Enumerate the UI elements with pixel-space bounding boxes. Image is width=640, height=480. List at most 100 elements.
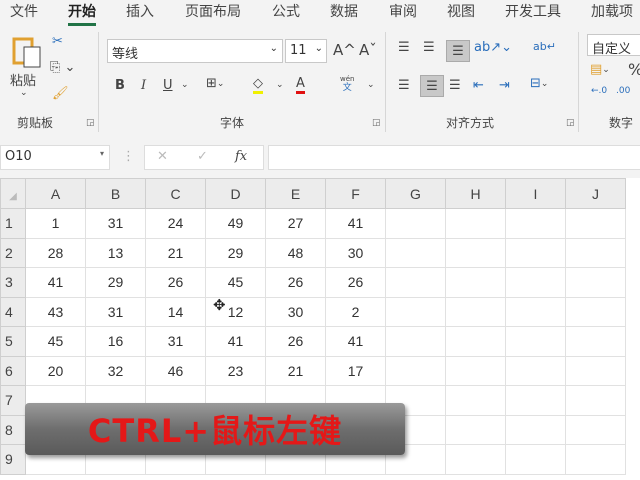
column-header[interactable]: H — [445, 178, 506, 209]
tab-page-layout[interactable]: 页面布局 — [185, 1, 241, 21]
row-header[interactable]: 2 — [0, 237, 26, 268]
cell[interactable]: 21 — [145, 237, 206, 268]
fill-color-dropdown-icon[interactable]: ⌄ — [276, 80, 284, 90]
row-header[interactable]: 3 — [0, 267, 26, 298]
cell[interactable]: 24 — [145, 208, 206, 239]
cell[interactable] — [505, 208, 566, 239]
phonetic-dropdown-icon[interactable]: ⌄ — [367, 80, 375, 90]
phonetic-button[interactable]: wén 文 — [340, 75, 354, 93]
cell[interactable]: 29 — [85, 267, 146, 298]
bold-button[interactable]: B — [115, 78, 125, 93]
cell[interactable] — [385, 237, 446, 268]
cell[interactable]: 23 — [205, 355, 266, 386]
cell[interactable]: 14 — [145, 296, 206, 327]
cell[interactable] — [505, 326, 566, 357]
cell[interactable]: 31 — [145, 326, 206, 357]
cell[interactable] — [505, 237, 566, 268]
clipboard-launcher-icon[interactable]: ◲ — [86, 118, 95, 128]
align-middle-icon[interactable]: ☰ — [423, 40, 435, 55]
tab-home[interactable]: 开始 — [68, 1, 96, 26]
cell[interactable]: 46 — [145, 355, 206, 386]
cell[interactable] — [445, 355, 506, 386]
cell[interactable] — [565, 355, 626, 386]
cell[interactable]: 1 — [25, 208, 86, 239]
cell[interactable] — [445, 385, 506, 416]
alignment-launcher-icon[interactable]: ◲ — [566, 118, 575, 128]
row-header[interactable]: 6 — [0, 355, 26, 386]
cell[interactable]: 43 — [25, 296, 86, 327]
column-header[interactable]: A — [25, 178, 86, 209]
column-header[interactable]: G — [385, 178, 446, 209]
tab-data[interactable]: 数据 — [330, 1, 358, 21]
select-all-button[interactable]: ◢ — [0, 178, 26, 209]
paste-dropdown-icon[interactable]: ⌄ — [20, 88, 28, 98]
cell[interactable] — [565, 267, 626, 298]
cell[interactable]: 30 — [265, 296, 326, 327]
font-name-select[interactable]: 等线 ⌄ — [107, 39, 283, 63]
cell[interactable] — [565, 414, 626, 445]
percent-button[interactable]: % — [628, 60, 640, 79]
cell[interactable]: 30 — [325, 237, 386, 268]
increase-indent-icon[interactable]: ⇥ — [499, 78, 510, 93]
enter-icon[interactable]: ✓ — [197, 149, 208, 164]
align-bottom-icon[interactable]: ☰ — [446, 40, 470, 62]
row-header[interactable]: 8 — [0, 414, 26, 445]
paste-icon[interactable] — [10, 34, 44, 70]
cell[interactable]: 45 — [25, 326, 86, 357]
borders-icon[interactable]: ⊞ ⌄ — [206, 76, 224, 91]
cell[interactable] — [385, 326, 446, 357]
accounting-format-icon[interactable]: ▤ ⌄ — [590, 62, 610, 77]
orientation-icon[interactable]: ab↗⌄ — [474, 40, 512, 55]
tab-developer[interactable]: 开发工具 — [505, 1, 561, 21]
cell[interactable]: 48 — [265, 237, 326, 268]
format-painter-icon[interactable]: 🖌 — [52, 86, 69, 101]
tab-insert[interactable]: 插入 — [126, 1, 154, 21]
italic-button[interactable]: I — [141, 78, 146, 93]
column-header[interactable]: E — [265, 178, 326, 209]
cell[interactable]: 2 — [325, 296, 386, 327]
cell[interactable] — [445, 237, 506, 268]
cell[interactable]: 41 — [325, 208, 386, 239]
align-center-icon[interactable]: ☰ — [420, 75, 444, 97]
row-header[interactable]: 5 — [0, 326, 26, 357]
row-header[interactable]: 1 — [0, 208, 26, 239]
cell[interactable]: 16 — [85, 326, 146, 357]
copy-icon[interactable]: ⎘ ⌄ — [50, 60, 75, 75]
cell[interactable] — [565, 208, 626, 239]
cell[interactable] — [445, 414, 506, 445]
font-launcher-icon[interactable]: ◲ — [372, 118, 381, 128]
row-header[interactable]: 9 — [0, 444, 26, 475]
insert-function-icon[interactable]: fx — [235, 149, 247, 164]
cell[interactable] — [565, 296, 626, 327]
cell[interactable] — [505, 414, 566, 445]
decrease-indent-icon[interactable]: ⇤ — [473, 78, 484, 93]
cell[interactable] — [505, 385, 566, 416]
cell[interactable]: 32 — [85, 355, 146, 386]
column-header[interactable]: D — [205, 178, 266, 209]
cell[interactable]: 31 — [85, 208, 146, 239]
cancel-icon[interactable]: ✕ — [157, 149, 168, 164]
align-top-icon[interactable]: ☰ — [398, 40, 410, 55]
column-header[interactable]: J — [565, 178, 626, 209]
decrease-decimal-icon[interactable]: .00 — [616, 86, 630, 96]
cell[interactable]: 26 — [325, 267, 386, 298]
column-header[interactable]: F — [325, 178, 386, 209]
cell[interactable] — [505, 296, 566, 327]
cell[interactable] — [445, 208, 506, 239]
cell[interactable]: 27 — [265, 208, 326, 239]
cut-icon[interactable]: ✂ — [52, 34, 63, 49]
cell[interactable]: 17 — [325, 355, 386, 386]
cell[interactable]: 20 — [25, 355, 86, 386]
font-color-button[interactable]: A — [296, 76, 305, 94]
cell[interactable] — [385, 296, 446, 327]
cell[interactable]: 26 — [145, 267, 206, 298]
column-header[interactable]: I — [505, 178, 566, 209]
column-header[interactable]: B — [85, 178, 146, 209]
cell[interactable]: 41 — [205, 326, 266, 357]
underline-button[interactable]: U — [163, 78, 173, 93]
merge-center-icon[interactable]: ⊟ ⌄ — [530, 76, 548, 91]
cell[interactable] — [445, 296, 506, 327]
cell[interactable] — [445, 326, 506, 357]
formula-input[interactable] — [268, 145, 640, 170]
cell[interactable]: 28 — [25, 237, 86, 268]
